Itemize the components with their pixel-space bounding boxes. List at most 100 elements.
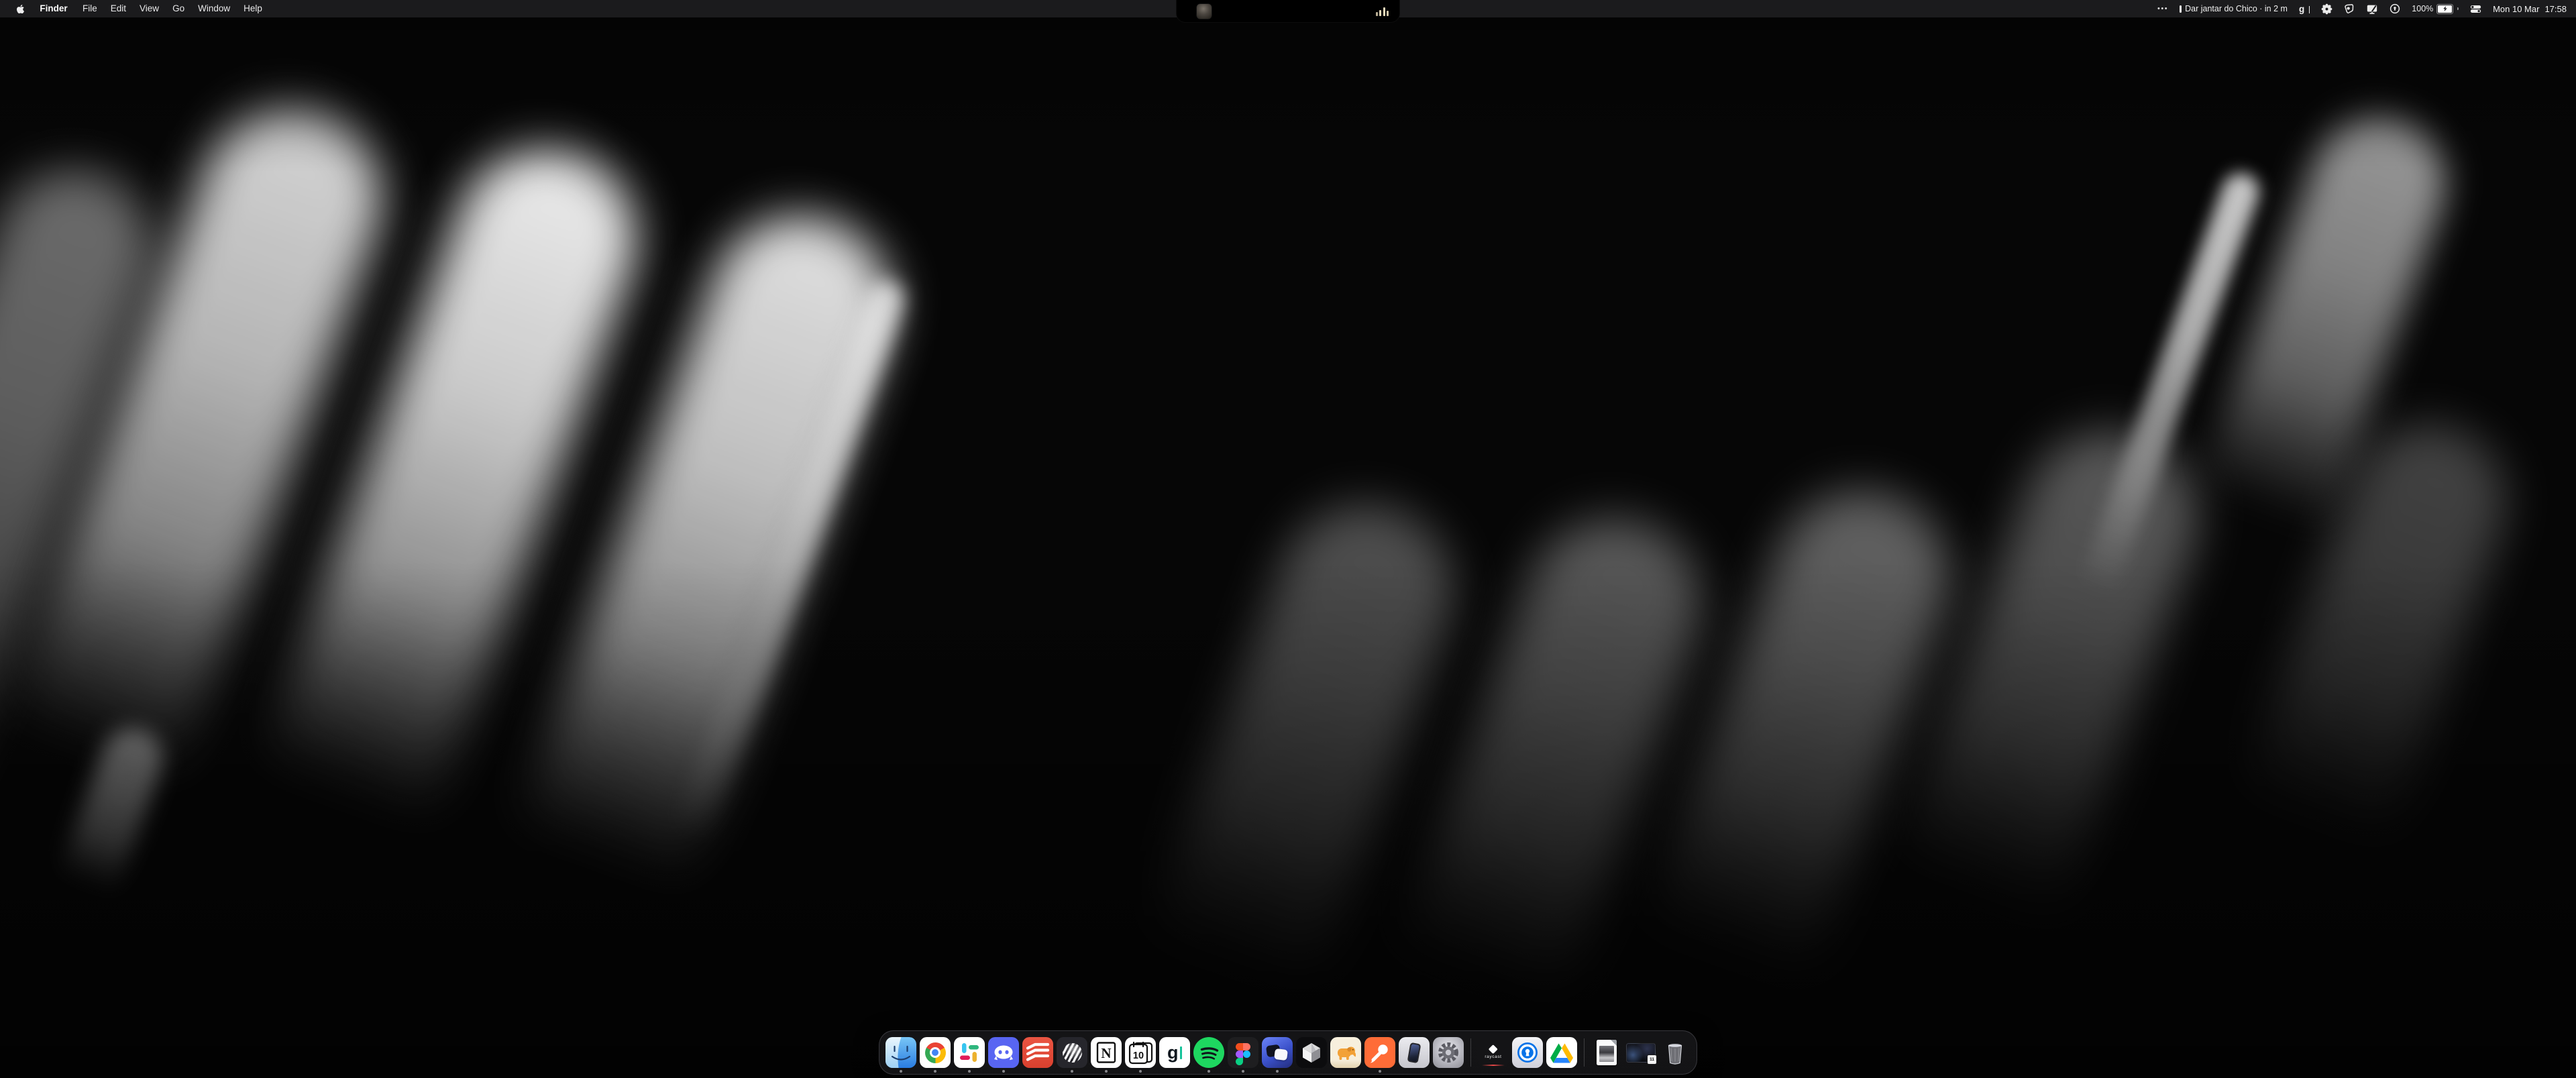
visualizer-bar — [1376, 12, 1378, 16]
window-front-shape — [1274, 1048, 1288, 1061]
dock-item-notion-calendar[interactable]: 10 — [1125, 1037, 1156, 1068]
dock-item-figma[interactable] — [1228, 1037, 1258, 1068]
dock-item-notion[interactable]: N — [1091, 1037, 1122, 1068]
dock-item-grammarly[interactable]: g — [1159, 1037, 1190, 1068]
status-blob-badge[interactable] — [2344, 3, 2355, 14]
slack-icon — [954, 1037, 985, 1068]
dock: N 10 g — [879, 1030, 1697, 1075]
dock-item-spotify[interactable] — [1193, 1037, 1224, 1068]
dock-item-discord[interactable] — [988, 1037, 1019, 1068]
phone-shape — [1407, 1042, 1421, 1063]
battery-cap — [2457, 7, 2459, 10]
screen-studio-icon — [1262, 1037, 1293, 1068]
menu-window[interactable]: Window — [191, 0, 237, 17]
iphone-mirroring-icon — [1399, 1037, 1430, 1068]
menu-go[interactable]: Go — [166, 0, 191, 17]
charging-bolt-icon — [2443, 6, 2448, 12]
screenshot-file-icon: 11 — [1625, 1037, 1656, 1068]
linear-icon — [1057, 1037, 1087, 1068]
reminder-text: Dar jantar do Chico · in 2 m — [2185, 4, 2288, 13]
dock-item-finder[interactable] — [885, 1037, 916, 1068]
status-flower[interactable] — [2321, 3, 2332, 15]
running-dot — [1276, 1070, 1279, 1073]
raycast-icon: raycast — [1478, 1037, 1509, 1068]
origami-cube-icon — [1296, 1037, 1327, 1068]
status-clock[interactable]: Mon 10 Mar 17:58 — [2493, 4, 2567, 14]
raycast-diamond-icon — [1489, 1044, 1497, 1053]
date-label: Mon 10 Mar — [2493, 4, 2539, 14]
status-display[interactable] — [2366, 3, 2378, 15]
finder-icon — [885, 1037, 916, 1068]
dogear-shape — [1611, 1040, 1617, 1046]
todoist-icon — [1022, 1037, 1053, 1068]
document-file-icon — [1591, 1037, 1622, 1068]
dock-item-todoist[interactable] — [1022, 1037, 1053, 1068]
dock-item-slack[interactable] — [954, 1037, 985, 1068]
menu-view[interactable]: View — [133, 0, 166, 17]
grammarly-glyph: g — [1167, 1044, 1179, 1062]
status-grammarly[interactable]: g — [2299, 5, 2310, 13]
audio-visualizer-icon — [1376, 7, 1389, 16]
postman-icon — [1364, 1037, 1395, 1068]
chrome-hub — [930, 1047, 941, 1058]
status-1password[interactable] — [2390, 3, 2400, 14]
chrome-icon — [920, 1037, 951, 1068]
menu-file[interactable]: File — [76, 0, 104, 17]
dock-item-chrome[interactable] — [920, 1037, 951, 1068]
visualizer-bar — [1379, 10, 1381, 16]
screenshot-thumbnail: 11 — [1626, 1043, 1656, 1063]
apple-menu[interactable] — [9, 4, 32, 14]
dock-item-screen-studio[interactable] — [1262, 1037, 1293, 1068]
grammarly-caret-icon — [2309, 6, 2310, 13]
dock-item-iphone-mirroring[interactable] — [1399, 1037, 1430, 1068]
running-dot — [934, 1070, 936, 1073]
wallpaper-vignette — [0, 0, 2576, 1078]
notch-now-playing-widget[interactable] — [1176, 0, 1400, 23]
dock-item-google-drive[interactable] — [1546, 1037, 1577, 1068]
notion-calendar-glyph: 10 — [1133, 1050, 1144, 1061]
status-overflow-ellipsis[interactable]: ••• — [2157, 5, 2168, 13]
dock-item-linear[interactable] — [1057, 1037, 1087, 1068]
running-dot — [900, 1070, 902, 1073]
time-label: 17:58 — [2544, 4, 2567, 14]
dock-item-postman[interactable] — [1364, 1037, 1395, 1068]
running-dot — [1242, 1070, 1244, 1073]
menu-app-name[interactable]: Finder — [32, 0, 76, 24]
page-shape — [1597, 1040, 1617, 1065]
trash-icon — [1660, 1037, 1690, 1068]
system-settings-icon — [1433, 1037, 1464, 1068]
dock-item-1password[interactable] — [1512, 1037, 1543, 1068]
dock-item-postico[interactable] — [1330, 1037, 1361, 1068]
grammarly-dock-icon: g — [1159, 1037, 1190, 1068]
dock-item-system-settings[interactable] — [1433, 1037, 1464, 1068]
status-battery[interactable]: 100% — [2412, 4, 2459, 14]
running-dot — [968, 1070, 971, 1073]
status-reminder[interactable]: Dar jantar do Chico · in 2 m — [2180, 4, 2288, 13]
reminder-bar-icon — [2180, 5, 2182, 13]
menu-bar-status: ••• Dar jantar do Chico · in 2 m g — [2157, 3, 2576, 15]
dock-item-document-file[interactable] — [1591, 1037, 1622, 1068]
menu-bar-left: Finder File Edit View Go Window Help — [0, 0, 269, 24]
calendar-badge: 11 — [1647, 1055, 1657, 1065]
grammarly-caret-icon — [1180, 1046, 1182, 1059]
menu-help[interactable]: Help — [237, 0, 269, 17]
dock-item-trash[interactable] — [1660, 1037, 1690, 1068]
notion-calendar-icon: 10 — [1125, 1037, 1156, 1068]
visualizer-bar — [1387, 11, 1389, 16]
display-mirroring-icon — [2366, 3, 2378, 15]
chrome-wheel — [925, 1042, 946, 1063]
onepassword-icon — [2390, 3, 2400, 14]
notion-icon: N — [1091, 1037, 1122, 1068]
running-dot — [1208, 1070, 1210, 1073]
spotify-icon — [1193, 1037, 1224, 1068]
dock-separator — [1584, 1038, 1585, 1067]
battery-icon — [2436, 4, 2453, 14]
battery-percent: 100% — [2412, 4, 2433, 13]
postico-elephant-icon — [1330, 1037, 1361, 1068]
dock-item-raycast[interactable]: raycast — [1478, 1037, 1509, 1068]
dock-item-screenshot-file[interactable]: 11 — [1625, 1037, 1656, 1068]
menu-edit[interactable]: Edit — [104, 0, 133, 17]
dock-item-origami-cube[interactable] — [1296, 1037, 1327, 1068]
chrome-core — [932, 1049, 939, 1057]
status-control-center[interactable] — [2470, 5, 2481, 13]
